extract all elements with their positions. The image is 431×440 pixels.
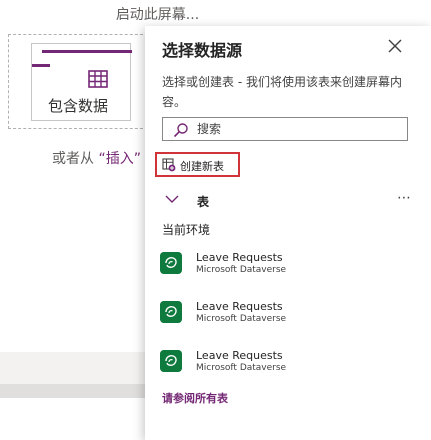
dataverse-icon [160, 252, 182, 274]
card-preview-left-bar [32, 64, 50, 67]
create-new-table-label: 创建新表 [180, 160, 224, 173]
data-source-provider: Microsoft Dataverse [196, 314, 287, 324]
tables-section-label: 表 [197, 195, 210, 209]
data-source-name: Leave Requests [196, 251, 283, 264]
data-source-item[interactable]: Leave Requests Microsoft Dataverse [160, 248, 420, 284]
data-source-item[interactable]: Leave Requests Microsoft Dataverse [160, 297, 420, 333]
dataverse-icon [160, 350, 182, 372]
new-table-icon [162, 158, 176, 172]
create-new-table-button[interactable]: 创建新表 [155, 152, 240, 177]
more-options-icon[interactable]: ⋯ [396, 191, 412, 207]
insert-hint: 或者从 “插入” [52, 148, 141, 168]
data-source-provider: Microsoft Dataverse [196, 363, 287, 373]
data-source-name: Leave Requests [196, 300, 283, 313]
panel-description: 选择或创建表 - 我们将使用该表来创建屏幕内容。 [162, 75, 402, 109]
insert-hint-prefix: 或者从 [52, 151, 99, 167]
search-icon [173, 123, 188, 138]
see-all-tables-link[interactable]: 请参阅所有表 [162, 390, 228, 406]
data-source-item[interactable]: Leave Requests Microsoft Dataverse [160, 346, 420, 382]
tables-section-toggle[interactable]: 表 [162, 191, 412, 211]
card-label: 包含数据 [47, 97, 108, 115]
environment-label: 当前环境 [162, 223, 211, 237]
data-source-name: Leave Requests [196, 349, 283, 362]
dataverse-icon [160, 301, 182, 323]
canvas-scrollbar[interactable] [0, 384, 150, 398]
table-icon [88, 70, 108, 88]
screen-title: 启动此屏幕... [115, 7, 200, 23]
search-box[interactable] [162, 117, 408, 141]
canvas-bottom-strip [0, 352, 150, 384]
card-preview-top-bar [42, 50, 132, 53]
close-icon[interactable] [385, 36, 405, 56]
select-data-source-panel: 选择数据源 选择或创建表 - 我们将使用该表来创建屏幕内容。 创建新表 表 ⋯ … [145, 26, 431, 440]
chevron-down-icon [165, 195, 179, 203]
panel-title: 选择数据源 [162, 41, 243, 60]
data-source-provider: Microsoft Dataverse [196, 265, 287, 275]
insert-link[interactable]: “插入” [98, 151, 141, 167]
data-card[interactable]: 包含数据 [8, 34, 148, 129]
search-input[interactable] [197, 120, 397, 138]
